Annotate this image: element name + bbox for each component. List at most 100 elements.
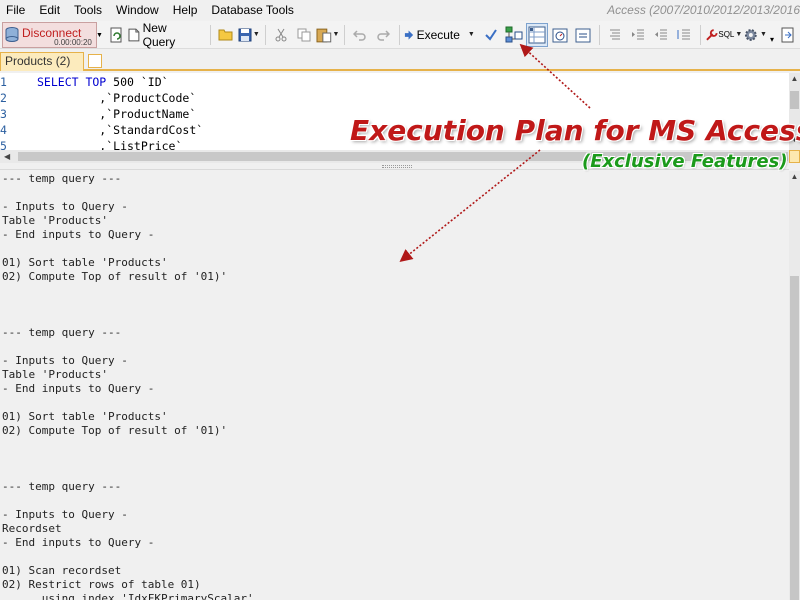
chevron-down-icon[interactable]: ▼: [760, 31, 767, 38]
format-lines-icon: [609, 29, 620, 39]
query-options-button[interactable]: [572, 23, 594, 47]
execution-plan-icon: [505, 26, 523, 42]
paste-button[interactable]: ▼: [316, 23, 340, 47]
refresh-button[interactable]: [105, 23, 127, 47]
code-line: SELECT TOP 500 `ID`: [37, 74, 169, 90]
toolbar-separator: [344, 24, 346, 45]
explain-plan-button[interactable]: [525, 22, 548, 47]
menu-database-tools[interactable]: Database Tools: [204, 0, 301, 20]
toolbar-overflow-button[interactable]: ▾: [768, 23, 776, 47]
code-line: ,`ListPrice`: [37, 138, 182, 150]
menu-tools[interactable]: Tools: [67, 0, 109, 20]
scroll-corner: [789, 150, 800, 163]
sql-tools-button[interactable]: SQL ▼: [705, 23, 742, 47]
outdent-icon: [654, 29, 667, 39]
indent-icon: [631, 29, 644, 39]
outdent-button[interactable]: [650, 23, 672, 47]
plan-line: - Inputs to Query -: [2, 200, 128, 213]
connection-timer: 0.00:00:20: [54, 37, 92, 47]
execution-plan-output[interactable]: --- temp query --- - Inputs to Query - T…: [0, 171, 789, 600]
plan-line: Table 'Products': [2, 368, 108, 381]
annotation-subtitle: (Exclusive Features): [582, 151, 788, 172]
code-text: ,`StandardCost`: [37, 123, 204, 137]
plan-line: 02) Compute Top of result of '01)': [2, 270, 228, 283]
plan-line: --- temp query ---: [2, 326, 122, 339]
chevron-down-icon: ▾: [769, 35, 774, 44]
toolbar-separator: [209, 24, 211, 45]
query-stats-button[interactable]: [549, 23, 571, 47]
disconnect-button[interactable]: Disconnect 0.00:00:20 ▼: [2, 21, 103, 48]
cut-button[interactable]: [270, 23, 292, 47]
gear-icon: [745, 28, 758, 41]
open-button[interactable]: [215, 23, 237, 47]
chevron-down-icon[interactable]: ▼: [735, 31, 742, 38]
format-button[interactable]: [604, 23, 626, 47]
plan-line: - End inputs to Query -: [2, 382, 155, 395]
sql-label: SQL: [718, 30, 735, 39]
export-button[interactable]: [777, 23, 799, 47]
execute-arrow-icon: [405, 29, 414, 40]
plan-line: --- temp query ---: [2, 172, 122, 185]
line-number: 3: [0, 107, 7, 121]
app-caption: Access (2007/2010/2012/2013/2016: [607, 3, 800, 17]
menu-file[interactable]: File: [0, 0, 32, 20]
sql-keyword: SELECT TOP: [37, 75, 107, 89]
plan-line: - Inputs to Query -: [2, 354, 128, 367]
toolbar-separator: [399, 24, 401, 45]
plan-line: Recordset: [2, 522, 62, 535]
plan-line: - Inputs to Query -: [2, 508, 128, 521]
comment-button[interactable]: [673, 23, 695, 47]
menu-window[interactable]: Window: [109, 0, 166, 20]
indent-button[interactable]: [627, 23, 649, 47]
document-tab-bar: Products (2): [0, 51, 800, 71]
output-vertical-scrollbar[interactable]: ▲: [789, 171, 800, 600]
copy-icon: [297, 28, 311, 41]
scrollbar-thumb[interactable]: [790, 276, 799, 600]
plan-line: 02) Restrict rows of table 01): [2, 578, 201, 591]
tab-products[interactable]: Products (2): [0, 52, 84, 71]
redo-icon: [377, 29, 391, 41]
undo-button[interactable]: [349, 23, 371, 47]
plan-line: - End inputs to Query -: [2, 536, 155, 549]
query-options-icon: [575, 28, 591, 42]
new-tab-button[interactable]: [88, 54, 102, 68]
scroll-left-icon[interactable]: ◀: [4, 150, 10, 163]
plan-line: using index 'IdxFKPrimaryScalar': [2, 592, 254, 600]
chevron-down-icon[interactable]: ▼: [96, 32, 103, 39]
plan-line: 01) Sort table 'Products': [2, 256, 168, 269]
annotation-title: Execution Plan for MS Access: [350, 114, 800, 147]
execute-label: Execute: [416, 27, 460, 42]
redo-button[interactable]: [372, 23, 394, 47]
code-line: ,`ProductCode`: [37, 90, 196, 106]
toolbar-separator: [699, 24, 701, 45]
splitter-grip[interactable]: [382, 165, 412, 168]
settings-button[interactable]: ▼: [743, 23, 767, 47]
execute-button[interactable]: Execute ▼: [404, 23, 475, 47]
execution-plan-button[interactable]: [503, 23, 525, 47]
checkmark-icon: [485, 28, 497, 41]
new-query-button[interactable]: New Query: [128, 21, 205, 49]
chevron-down-icon[interactable]: ▼: [468, 31, 475, 38]
clipboard-paste-icon: [316, 28, 332, 42]
toolbar-separator: [264, 24, 266, 45]
code-text: ,`ProductName`: [37, 107, 197, 121]
chevron-down-icon[interactable]: ▼: [253, 31, 260, 38]
code-line: ,`ProductName`: [37, 106, 196, 122]
menu-help[interactable]: Help: [166, 0, 205, 20]
scroll-up-icon[interactable]: ▲: [790, 74, 799, 83]
plan-line: 01) Sort table 'Products': [2, 410, 168, 423]
toolbar: Disconnect 0.00:00:20 ▼ New Query ▼ ▼ Ex…: [0, 21, 800, 49]
save-button[interactable]: ▼: [238, 23, 260, 47]
sql-wrench-icon: [706, 28, 718, 41]
copy-button[interactable]: [293, 23, 315, 47]
chevron-down-icon[interactable]: ▼: [333, 31, 340, 38]
scrollbar-thumb[interactable]: [790, 91, 799, 109]
undo-icon: [353, 29, 367, 41]
code-line: ,`StandardCost`: [37, 122, 203, 138]
folder-open-icon: [218, 29, 233, 40]
check-syntax-button[interactable]: [480, 23, 502, 47]
menu-edit[interactable]: Edit: [32, 0, 67, 20]
scroll-up-icon[interactable]: ▲: [790, 172, 799, 181]
plan-line: 02) Compute Top of result of '01)': [2, 424, 228, 437]
plan-line: Table 'Products': [2, 214, 108, 227]
